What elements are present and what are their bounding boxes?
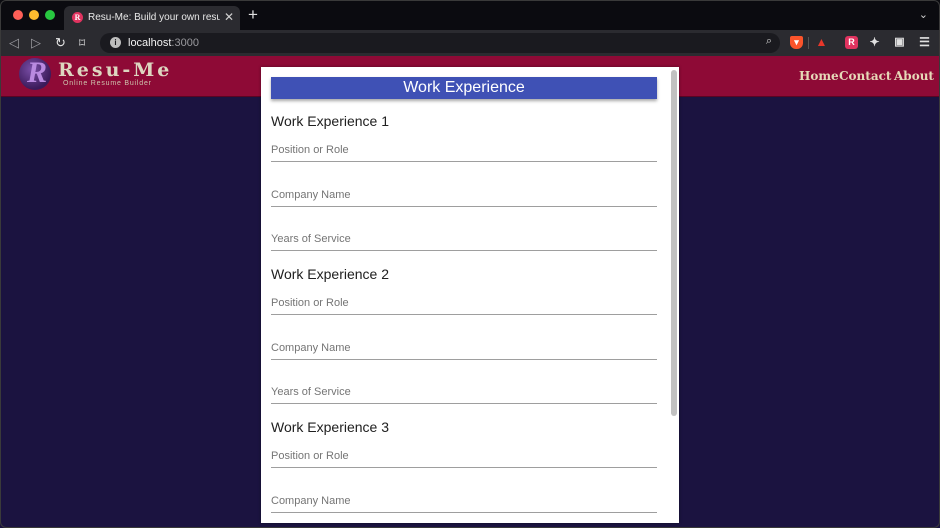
group-title-1: Work Experience 1 <box>271 113 390 129</box>
bookmark-icon[interactable]: ⌑ <box>79 35 85 51</box>
company-input-3[interactable]: Company Name <box>271 491 657 513</box>
position-input-3[interactable]: Position or Role <box>271 446 657 468</box>
wallet-icon[interactable]: ▣ <box>893 36 906 49</box>
minimize-window-button[interactable] <box>29 10 39 20</box>
browser-toolbar: ◁ ▷ ↻ ⌑ i localhost:3000 ⌕ ▾ ▲ R ✦ ▣ ☰ <box>0 30 940 56</box>
tab-favicon-icon: R <box>72 12 83 23</box>
maximize-window-button[interactable] <box>45 10 55 20</box>
logo-letter: R <box>27 56 48 89</box>
zoom-search-icon[interactable]: ⌕ <box>766 35 772 48</box>
section-title: Work Experience <box>271 77 657 99</box>
field-placeholder: Position or Role <box>271 297 349 309</box>
forward-icon[interactable]: ▷ <box>31 35 41 51</box>
years-input-1[interactable]: Years of Service <box>271 229 657 251</box>
page-content: R Resu-Me Online Resume Builder Home Con… <box>0 56 940 528</box>
address-bar[interactable]: i localhost:3000 ⌕ <box>100 33 780 53</box>
field-placeholder: Position or Role <box>271 144 349 156</box>
browser-tab[interactable]: R Resu-Me: Build your own resume ✕ <box>64 6 240 30</box>
extensions-puzzle-icon[interactable]: ✦ <box>868 36 881 49</box>
reload-icon[interactable]: ↻ <box>55 35 66 51</box>
group-title-3: Work Experience 3 <box>271 419 390 435</box>
nav-contact-link[interactable]: Contact <box>839 69 891 83</box>
field-placeholder: Years of Service <box>271 386 351 398</box>
extension-icon[interactable]: R <box>845 36 858 49</box>
field-placeholder: Years of Service <box>271 233 351 245</box>
back-icon[interactable]: ◁ <box>9 35 19 51</box>
field-placeholder: Company Name <box>271 189 351 201</box>
tab-close-icon[interactable]: ✕ <box>224 10 234 24</box>
nav-home-link[interactable]: Home <box>799 69 839 83</box>
url-text: localhost:3000 <box>128 36 199 50</box>
form-scrollbar[interactable] <box>671 70 677 416</box>
work-experience-form: Work Experience Work Experience 1 Positi… <box>261 67 679 523</box>
browser-titlebar: R Resu-Me: Build your own resume ✕ + ⌄ <box>0 0 940 30</box>
url-port: :3000 <box>171 37 199 49</box>
company-input-1[interactable]: Company Name <box>271 185 657 207</box>
position-input-2[interactable]: Position or Role <box>271 293 657 315</box>
new-tab-icon[interactable]: + <box>248 6 258 24</box>
brave-shields-icon[interactable]: ▾ <box>790 36 803 49</box>
field-placeholder: Company Name <box>271 342 351 354</box>
logo-name[interactable]: Resu-Me <box>58 60 172 80</box>
toolbar-divider <box>808 37 809 49</box>
field-placeholder: Company Name <box>271 495 351 507</box>
company-input-2[interactable]: Company Name <box>271 338 657 360</box>
years-input-2[interactable]: Years of Service <box>271 382 657 404</box>
url-host: localhost <box>128 37 172 49</box>
browser-menu-icon[interactable]: ☰ <box>918 36 931 49</box>
group-title-2: Work Experience 2 <box>271 266 390 282</box>
tab-list-chevron-icon[interactable]: ⌄ <box>919 8 928 21</box>
field-placeholder: Position or Role <box>271 450 349 462</box>
site-info-icon[interactable]: i <box>110 37 121 48</box>
tab-title: Resu-Me: Build your own resume <box>88 12 220 23</box>
logo-tagline: Online Resume Builder <box>63 80 152 87</box>
brave-rewards-icon[interactable]: ▲ <box>815 36 828 49</box>
position-input-1[interactable]: Position or Role <box>271 140 657 162</box>
nav-about-link[interactable]: About <box>894 69 934 83</box>
close-window-button[interactable] <box>13 10 23 20</box>
